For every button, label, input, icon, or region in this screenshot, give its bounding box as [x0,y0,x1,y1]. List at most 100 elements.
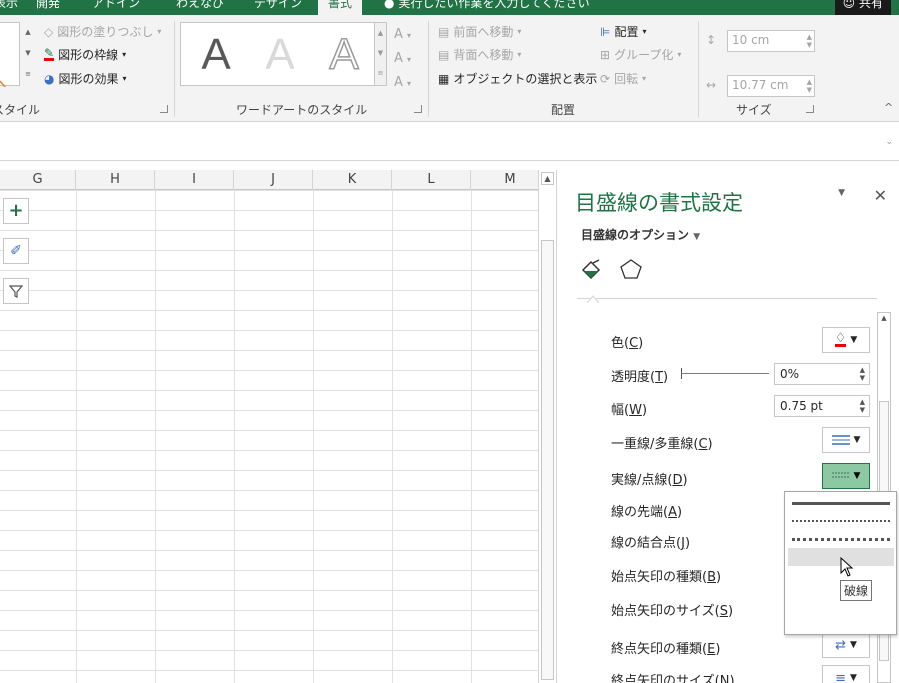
end-arrow-size-dropdown[interactable]: ≡ ▼ [822,665,870,683]
height-field[interactable]: 10 cm ▲ ▼ [727,30,815,52]
dash-option-long-dash-dot-dot[interactable] [788,618,894,636]
tab-view[interactable]: 表示 [0,0,18,15]
dash-option-round-dot[interactable] [788,512,894,530]
dash-tooltip: 破線 [840,580,873,601]
filter-icon [9,285,23,298]
color-label: 色(C) [611,336,644,351]
tab-format[interactable]: 書式 [318,0,363,15]
end-arrow-type-label: 終点矢印の種類(E) [611,642,721,657]
expand-formula-icon[interactable]: ⌄ [885,137,893,147]
wordart-scroll[interactable]: ▲ ▼ ≡ [374,23,386,85]
shape-fill-label: 図形の塗りつぶし [57,25,154,39]
shape-styles-group-label: スタイル [0,103,41,117]
column-header-g[interactable]: G [0,170,76,190]
scroll-up-icon[interactable]: ▲ [541,172,554,185]
line-width-field[interactable]: 0.75 pt ▲ ▼ [774,395,870,417]
shape-styles-launcher-icon[interactable] [160,105,168,113]
arrange-group-label: 配置 [551,103,576,117]
width-field[interactable]: 10.77 cm ▲ ▼ [727,75,815,97]
spin-arrows-icon[interactable]: ▲ ▼ [860,366,865,382]
shape-fill-button[interactable]: ◇ 図形の塗りつぶし ▾ [44,23,161,40]
spin-arrows-icon[interactable]: ▲ ▼ [807,78,812,94]
plus-icon: + [8,200,24,221]
scroll-thumb[interactable] [541,240,554,680]
column-gridline [155,190,156,683]
cell-area[interactable] [0,190,538,683]
text-outline-icon[interactable]: A ▾ [394,47,411,71]
chart-filters-button[interactable] [3,278,29,304]
chevron-down-icon: ▼ [850,335,858,345]
worksheet-vertical-scrollbar[interactable]: ▲ [538,170,556,683]
scroll-arrows-icon: ▲ ▼ ≡ [377,29,384,77]
group-icon: ⊞ [600,47,611,62]
chart-elements-button[interactable]: + [3,198,29,224]
person-icon: ☺ [842,0,856,10]
wordart-style-2[interactable]: A [249,27,311,83]
column-header-k[interactable]: K [313,170,392,190]
align-button[interactable]: ⊫ 配置 ▾ [600,23,646,40]
ribbon: ▲▼≡ ◇ 図形の塗りつぶし ▾ ✎ 図形の枠線 ▾ ◕ 図形の効果 ▾ スタイ… [0,15,899,122]
wordart-gallery[interactable]: A A A ▲ ▼ ≡ [180,22,387,86]
wordart-style-1[interactable]: A [185,27,247,83]
compound-type-dropdown[interactable]: ▼ [822,427,870,453]
effects-pentagon-icon[interactable] [619,258,643,280]
chevron-down-icon: ▼ [853,435,861,445]
column-header-l[interactable]: L [392,170,471,190]
bring-forward-button[interactable]: ▤ 前面へ移動 ▾ [438,23,521,40]
pane-options-chevron-icon[interactable]: ▼ [838,188,845,198]
selection-pane-label: オブジェクトの選択と表示 [453,72,598,86]
collapse-ribbon-icon[interactable]: ^ [884,101,893,114]
column-header-m[interactable]: M [471,170,538,190]
text-effects-icon[interactable]: A ▾ [394,71,411,95]
tab-design[interactable]: デザイン [254,0,302,15]
gridline-options-dropdown[interactable]: 目盛線のオプション ▼ [581,226,700,243]
solid-line-icon [792,502,890,505]
active-tab-pointer-icon [586,292,600,304]
shape-outline-button[interactable]: ✎ 図形の枠線 ▾ [44,46,126,63]
transparency-slider[interactable] [681,373,769,374]
worksheet-grid[interactable]: G H I J K L M + ✐ [0,170,538,683]
shape-style-gallery[interactable] [0,22,20,94]
send-backward-button[interactable]: ▤ 背面へ移動 ▾ [438,46,521,63]
column-header-h[interactable]: H [76,170,155,190]
formula-bar[interactable]: ⌄ [0,123,899,161]
selection-pane-button[interactable]: ▦ オブジェクトの選択と表示 [438,70,597,87]
dash-type-label: 実線/点線(D) [611,473,688,488]
column-header-i[interactable]: I [155,170,234,190]
bring-forward-label: 前面へ移動 [453,25,514,39]
size-launcher-icon[interactable] [806,105,814,113]
tab-developer[interactable]: 開発 [36,0,60,15]
chevron-down-icon: ▼ [849,640,857,650]
chevron-down-icon: ▼ [693,232,701,242]
shape-style-scroll[interactable]: ▲ ▼ ≡ [22,22,34,86]
dash-option-solid[interactable] [788,494,894,512]
tell-me-search[interactable]: ● 実行したい作業を入力してください [384,0,590,15]
group-divider [698,21,699,117]
scroll-up-icon[interactable]: ▲ [879,314,889,324]
paint-bucket-icon: ♢ [834,331,847,347]
column-gridline [313,190,314,683]
share-label: 共有 [858,0,883,10]
spin-arrows-icon[interactable]: ▲ ▼ [807,33,812,49]
shape-effects-button[interactable]: ◕ 図形の効果 ▾ [44,70,127,87]
transparency-field[interactable]: 0% ▲ ▼ [774,363,870,385]
arrows-icon: ⇄ [835,637,846,653]
wordart-style-3[interactable]: A [313,27,375,83]
column-header-j[interactable]: J [234,170,313,190]
ribbon-tabs: 表示 開発 アドイン わえなび デザイン 書式 ● 実行したい作業を入力してくだ… [0,0,899,15]
text-fill-icon[interactable]: A ▾ [394,23,411,47]
rotate-button[interactable]: ⟳ 回転 ▾ [600,70,646,87]
column-gridline [392,190,393,683]
dash-option-square-dot[interactable] [788,530,894,548]
tab-waenavi[interactable]: わえなび [176,0,224,15]
tab-addins[interactable]: アドイン [92,0,140,15]
wordart-launcher-icon[interactable] [414,105,422,113]
share-button[interactable]: ☺ 共有 [834,0,891,15]
fill-line-icon[interactable] [579,258,603,280]
group-button[interactable]: ⊞ グループ化 ▾ [600,46,681,63]
outline-color-button[interactable]: ♢ ▼ [822,327,870,353]
close-icon[interactable]: ✕ [874,186,887,205]
chart-styles-button[interactable]: ✐ [3,238,29,264]
spin-arrows-icon[interactable]: ▲ ▼ [860,398,865,414]
dash-type-dropdown[interactable]: ▼ [822,463,870,489]
